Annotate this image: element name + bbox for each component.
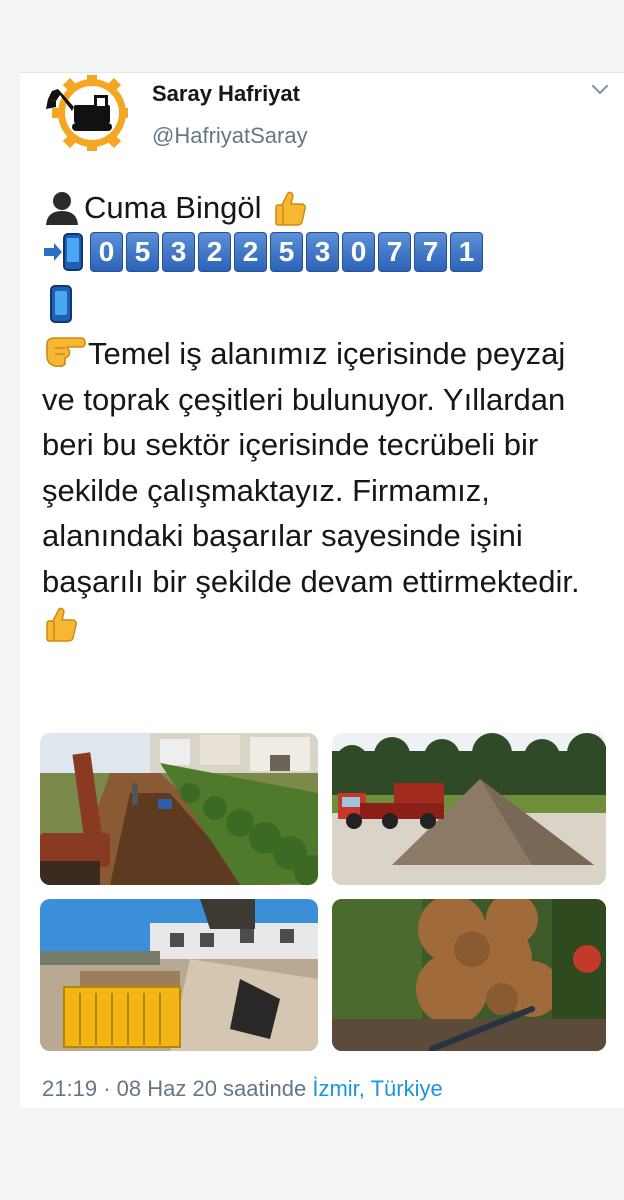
phone-digit: 5 bbox=[270, 232, 303, 272]
author-handle[interactable]: @HafriyatSaray bbox=[152, 123, 308, 149]
contact-line: Cuma Bingöl bbox=[42, 185, 309, 231]
tweet-photo-loader[interactable] bbox=[40, 899, 318, 1051]
pointing-hand-icon bbox=[42, 333, 88, 369]
mobile-phone-icon bbox=[50, 285, 72, 323]
tweet-date[interactable]: 08 Haz 20 saatinde bbox=[117, 1076, 307, 1101]
phone-digit: 1 bbox=[450, 232, 483, 272]
phone-digit: 5 bbox=[126, 232, 159, 272]
phone-digit: 3 bbox=[306, 232, 339, 272]
tweet-photo-trench[interactable] bbox=[40, 733, 318, 885]
phone-number-line[interactable]: 0 5 3 2 2 5 3 0 7 7 1 bbox=[42, 229, 483, 275]
tweet-paragraph: Temel iş alanımız içerisinde peyzaj ve t… bbox=[42, 336, 580, 599]
tweet-body: Temel iş alanımız içerisinde peyzaj ve t… bbox=[42, 331, 602, 650]
phone-digits: 0 5 3 2 2 5 3 0 7 7 1 bbox=[90, 232, 483, 272]
tweet-card: Saray Hafriyat @HafriyatSaray Cuma Bingö… bbox=[20, 72, 624, 1108]
arrow-to-phone-icon bbox=[42, 232, 86, 272]
tweet-time: 21:19 bbox=[42, 1076, 98, 1101]
tweet-location[interactable]: İzmir, Türkiye bbox=[312, 1076, 442, 1101]
tweet-photo-sand-pile[interactable] bbox=[332, 733, 606, 885]
phone-digit: 0 bbox=[342, 232, 375, 272]
tweet-meta: 21:19 · 08 Haz 20 saatinde İzmir, Türkiy… bbox=[42, 1076, 443, 1102]
bust-silhouette-icon bbox=[42, 188, 82, 228]
phone-digit: 0 bbox=[90, 232, 123, 272]
phone-digit: 7 bbox=[414, 232, 447, 272]
phone-emoji-line bbox=[42, 281, 72, 327]
author-name[interactable]: Saray Hafriyat bbox=[152, 81, 300, 107]
phone-digit: 2 bbox=[198, 232, 231, 272]
tweet-photo-hedge[interactable] bbox=[332, 899, 606, 1051]
thumbs-up-icon bbox=[44, 605, 80, 643]
chevron-down-icon[interactable] bbox=[590, 83, 610, 97]
avatar[interactable] bbox=[44, 73, 132, 153]
contact-name: Cuma Bingöl bbox=[84, 190, 262, 225]
phone-digit: 3 bbox=[162, 232, 195, 272]
phone-digit: 2 bbox=[234, 232, 267, 272]
meta-separator: · bbox=[103, 1076, 111, 1101]
thumbs-up-icon bbox=[273, 188, 309, 228]
phone-digit: 7 bbox=[378, 232, 411, 272]
